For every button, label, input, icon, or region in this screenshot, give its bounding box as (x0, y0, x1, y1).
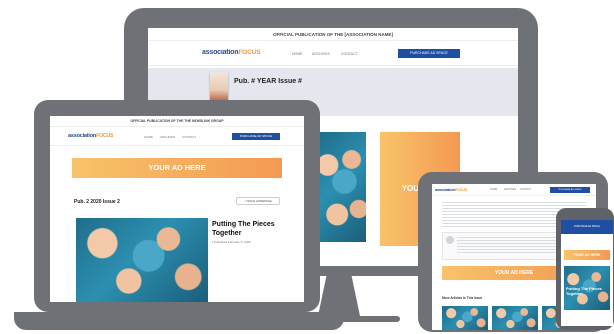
tablet-purchase-button[interactable]: PURCHASE AD SPACE (550, 187, 590, 193)
tablet-more-articles-heading: More Articles In This Issue (442, 296, 483, 300)
laptop-article-meta: ▪ Published February 5, 2020 (212, 240, 251, 244)
magazine-cover-thumbnail[interactable] (210, 72, 228, 102)
laptop-nav-contact[interactable]: CONTACT (182, 135, 196, 139)
phone-article-title[interactable]: Putting The Pieces Together (566, 286, 608, 296)
author-avatar (446, 236, 454, 244)
desktop-nav-contact[interactable]: CONTACT (341, 52, 358, 56)
laptop-purchase-button[interactable]: PURCHASE AD SPACE (232, 133, 280, 140)
laptop-article-title[interactable]: Putting The Pieces Together (212, 220, 282, 238)
laptop-base (14, 312, 344, 330)
laptop-screen: OFFICIAL PUBLICATION OF THE THE NEWSLINK… (50, 116, 304, 302)
desktop-issue-title: Pub. # YEAR Issue # (234, 78, 302, 85)
laptop-nav-home[interactable]: HOME (144, 135, 153, 139)
laptop-article-image[interactable] (76, 218, 208, 302)
laptop-nav-archives[interactable]: ARCHIVES (160, 135, 175, 139)
tablet-article-thumb-2[interactable] (492, 306, 538, 330)
logo-main: association (68, 133, 97, 139)
desktop-nav-archives[interactable]: ARCHIVES (312, 52, 330, 56)
laptop-issue-homepage-button[interactable]: ⌂ ISSUE HOMEPAGE (236, 197, 280, 205)
laptop-logo[interactable]: associationFOCUS (68, 133, 113, 139)
article-date: Published February 5, 2020 (213, 240, 251, 244)
phone-frame: PURCHASE AD SPACE YOUR AD HERE Putting T… (556, 208, 614, 330)
desktop-top-bar: OFFICIAL PUBLICATION OF THE [ASSOCIATION… (273, 32, 393, 37)
tablet-nav-archives[interactable]: ARCHIVES (504, 188, 516, 191)
phone-ad-banner[interactable]: YOUR AD HERE (564, 250, 610, 260)
tablet-nav-contact[interactable]: CONTACT (520, 188, 531, 191)
logo-main: association (202, 49, 239, 56)
desktop-header: associationFOCUS HOME ARCHIVES CONTACT P… (148, 40, 518, 66)
desktop-nav-home[interactable]: HOME (292, 52, 303, 56)
laptop-issue-title: Pub. 2 2020 Issue 2 (74, 199, 120, 205)
logo-accent: FOCUS (238, 49, 261, 56)
phone-purchase-header[interactable]: PURCHASE AD SPACE (561, 220, 613, 234)
tablet-nav-home[interactable]: HOME (490, 188, 497, 191)
desktop-logo[interactable]: associationFOCUS (202, 49, 261, 56)
issue-homepage-label: ISSUE HOMEPAGE (246, 199, 272, 203)
desktop-purchase-button[interactable]: PURCHASE AD SPACE (398, 49, 460, 58)
laptop-top-bar: OFFICIAL PUBLICATION OF THE THE NEWSLINK… (130, 119, 224, 123)
laptop-lid: OFFICIAL PUBLICATION OF THE THE NEWSLINK… (34, 100, 320, 312)
logo-accent: FOCUS (454, 188, 468, 192)
tablet-header: associationFOCUS HOME ARCHIVES CONTACT P… (432, 184, 596, 196)
desktop-stand (318, 276, 360, 316)
tablet-logo[interactable]: associationFOCUS (435, 187, 467, 192)
laptop-header: associationFOCUS HOME ARCHIVES CONTACT P… (50, 126, 304, 146)
tablet-article-thumb-1[interactable] (442, 306, 488, 330)
laptop-ad-banner[interactable]: YOUR AD HERE (72, 158, 282, 178)
phone-screen: PURCHASE AD SPACE YOUR AD HERE Putting T… (561, 220, 613, 326)
desktop-article-image[interactable] (318, 132, 366, 242)
author-bio-text (457, 237, 557, 253)
logo-main: association (435, 187, 455, 192)
logo-accent: FOCUS (96, 133, 114, 139)
